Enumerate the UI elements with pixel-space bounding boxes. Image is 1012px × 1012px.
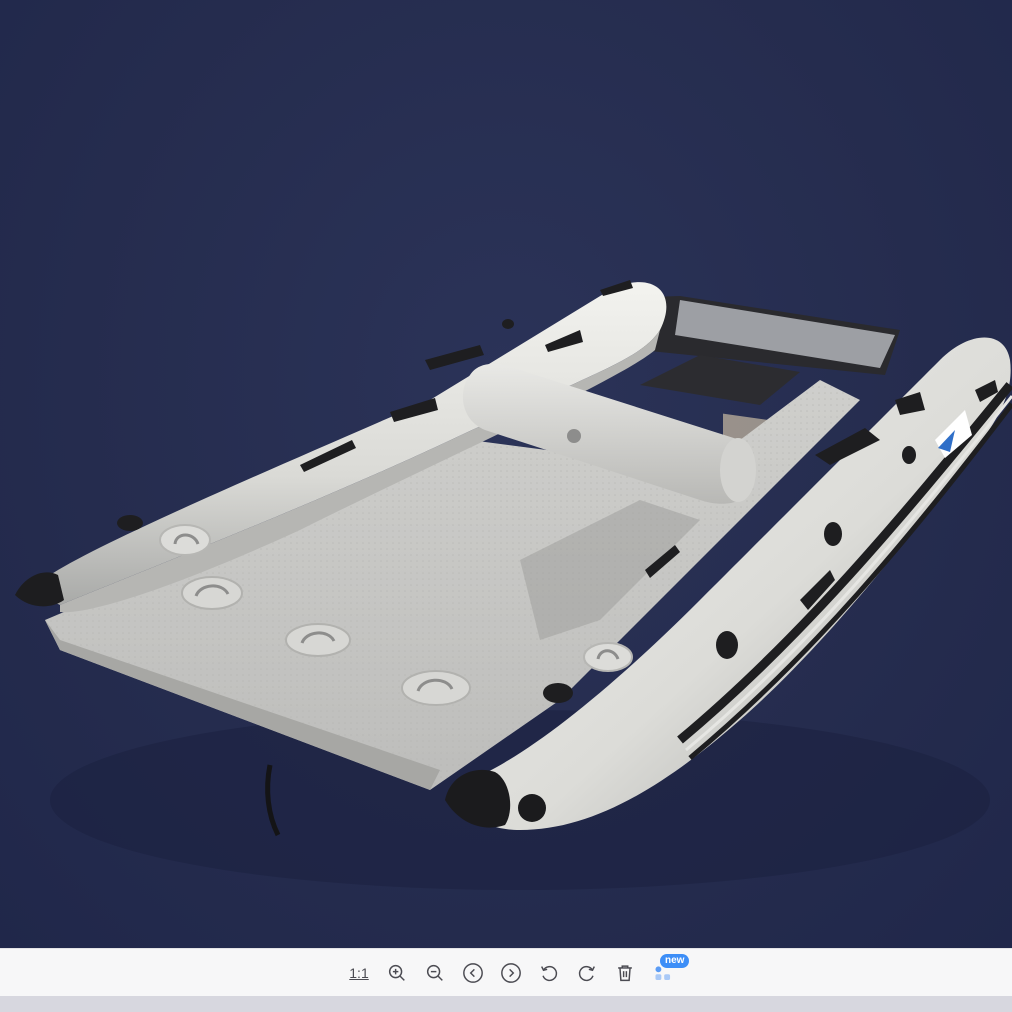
rotate-right-button[interactable]	[568, 954, 606, 992]
zoom-out-button[interactable]	[416, 954, 454, 992]
rotate-right-icon	[578, 965, 595, 982]
apps-button[interactable]: new	[644, 954, 690, 992]
actual-size-label: 1:1	[349, 965, 369, 981]
previous-icon	[463, 963, 483, 983]
zoom-in-icon	[388, 964, 405, 981]
bottom-strip	[0, 996, 1012, 1012]
toolbar-buttons: 1:1 new	[340, 954, 690, 992]
delete-icon	[618, 965, 632, 982]
rotate-left-button[interactable]	[530, 954, 568, 992]
actual-size-button[interactable]: 1:1	[340, 954, 378, 992]
next-button[interactable]	[492, 954, 530, 992]
catamaran-boat-photo	[15, 280, 1012, 890]
viewer-toolbar: 1:1 new	[0, 948, 1012, 997]
image-viewer	[0, 0, 1012, 948]
delete-button[interactable]	[606, 954, 644, 992]
zoom-in-button[interactable]	[378, 954, 416, 992]
zoom-out-icon	[426, 964, 443, 981]
previous-button[interactable]	[454, 954, 492, 992]
next-icon	[501, 963, 521, 983]
rotate-left-icon	[541, 965, 558, 982]
new-badge: new	[660, 954, 690, 968]
